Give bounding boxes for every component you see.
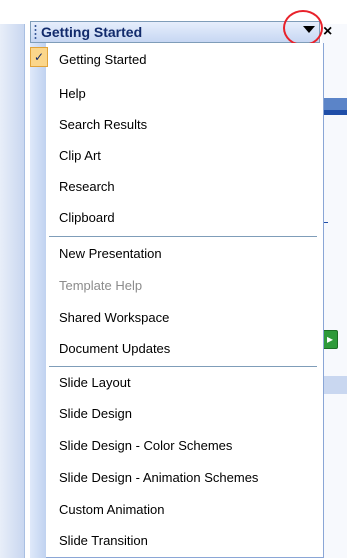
menu-item-search-results[interactable]: Search Results: [49, 109, 319, 140]
task-pane-title[interactable]: Getting Started: [41, 24, 142, 40]
menu-item-slide-transition[interactable]: Slide Transition: [49, 525, 319, 556]
close-icon[interactable]: ×: [323, 24, 332, 40]
menu-item-help[interactable]: Help: [49, 78, 319, 109]
left-edge: [0, 24, 25, 558]
menu-item-clip-art[interactable]: Clip Art: [49, 140, 319, 171]
menu-item-slide-design[interactable]: Slide Design: [49, 398, 319, 429]
menu-item-new-presentation[interactable]: New Presentation: [49, 238, 319, 269]
pane-section-band-light: [322, 376, 347, 394]
menu-item-research[interactable]: Research: [49, 171, 319, 202]
menu-icon-gutter: [30, 43, 46, 558]
pane-section-band: [322, 98, 347, 110]
menu-item-custom-animation[interactable]: Custom Animation: [49, 494, 319, 525]
menu-item-slide-design-animation-schemes[interactable]: Slide Design - Animation Schemes: [49, 462, 319, 493]
menu-item-document-updates[interactable]: Document Updates: [49, 333, 319, 364]
menu-item-getting-started[interactable]: Getting Started: [49, 44, 319, 75]
menu-item-template-help: Template Help: [59, 278, 143, 293]
checkmark-icon: ✓: [30, 47, 48, 67]
highlight-circle: [283, 10, 323, 46]
menu-separator: [49, 236, 317, 237]
grip-icon[interactable]: [34, 24, 37, 40]
menu-item-shared-workspace[interactable]: Shared Workspace: [49, 302, 319, 333]
pane-section-dark: [322, 110, 347, 115]
go-arrow-icon[interactable]: ▸: [322, 330, 338, 349]
menu-item-slide-design-color-schemes[interactable]: Slide Design - Color Schemes: [49, 430, 319, 461]
menu-item-clipboard[interactable]: Clipboard: [49, 202, 319, 233]
menu-item-slide-layout[interactable]: Slide Layout: [49, 367, 319, 398]
